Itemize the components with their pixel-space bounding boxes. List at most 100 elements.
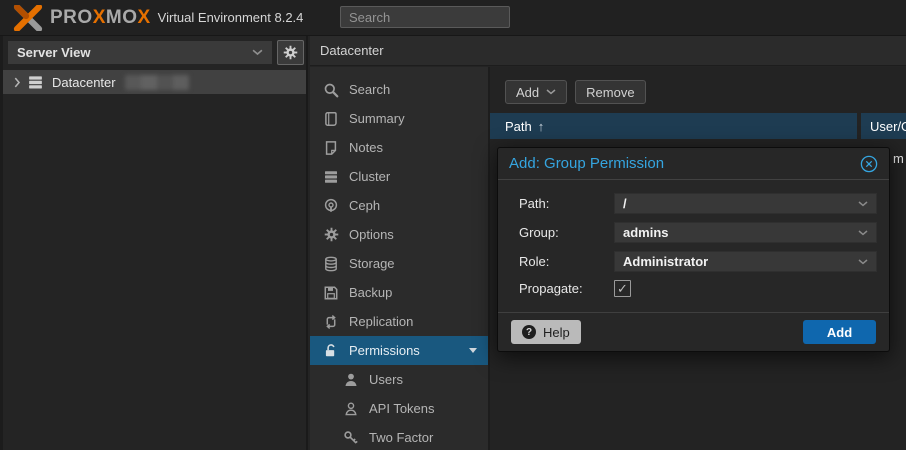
dialog-header[interactable]: Add: Group Permission (498, 148, 889, 180)
topbar: PROXMOX Virtual Environment 8.2.4 (0, 0, 906, 36)
notes-icon (323, 140, 339, 156)
menu-item-label: Summary (349, 111, 405, 126)
tree-node-datacenter[interactable]: Datacenter (3, 70, 306, 94)
view-selector-label: Server View (17, 45, 90, 60)
menu-item-options[interactable]: Options (310, 220, 488, 249)
menu-item-api-tokens[interactable]: API Tokens (310, 394, 488, 423)
menu-item-label: Notes (349, 140, 383, 155)
menu-item-storage[interactable]: Storage (310, 249, 488, 278)
add-group-permission-dialog: Add: Group Permission Path: / Group: admins… (497, 147, 890, 352)
propagate-checkbox[interactable]: ✓ (614, 280, 631, 297)
combo-value: Administrator (623, 254, 708, 269)
permissions-toolbar: Add Remove (490, 67, 906, 104)
menu-item-backup[interactable]: Backup (310, 278, 488, 307)
proxmox-app: PROXMOX Virtual Environment 8.2.4 Server… (0, 0, 906, 450)
gear-icon (323, 227, 339, 243)
menu-item-label: Options (349, 227, 394, 242)
cluster-icon (323, 169, 339, 185)
chevron-down-icon (546, 89, 556, 95)
dialog-field-row: Group: admins (519, 222, 877, 243)
summary-icon (323, 111, 339, 127)
dialog-add-button[interactable]: Add (803, 320, 876, 344)
table-header: Path ↑ User/G (490, 113, 906, 139)
chevron-right-icon[interactable] (14, 77, 21, 88)
proxmox-wordmark: PROXMOX (50, 7, 151, 29)
menu-item-notes[interactable]: Notes (310, 133, 488, 162)
storage-icon (323, 256, 339, 272)
menu-item-label: Permissions (349, 343, 420, 358)
dialog-body: Path: / Group: admins Role: Administrator Prop… (498, 180, 889, 297)
add-button-label: Add (516, 85, 539, 100)
replication-icon (323, 314, 339, 330)
tree-header: Server View (8, 40, 304, 65)
field-label: Path: (519, 196, 614, 211)
backup-icon (323, 285, 339, 301)
view-selector-dropdown[interactable]: Server View (8, 41, 272, 64)
menu-item-label: Search (349, 82, 390, 97)
clipped-row-text: m (893, 151, 904, 166)
dialog-title: Add: Group Permission (509, 155, 664, 172)
menu-item-label: Two Factor (369, 430, 433, 445)
role-combo[interactable]: Administrator (614, 251, 877, 272)
column-header-user-g[interactable]: User/G (861, 113, 906, 139)
panel-header: Datacenter (310, 36, 906, 66)
resource-tree-panel: Server View Datacenter (0, 36, 308, 450)
menu-item-users[interactable]: Users (310, 365, 488, 394)
menu-item-replication[interactable]: Replication (310, 307, 488, 336)
chevron-down-icon (858, 259, 868, 265)
dialog-field-row: Role: Administrator (519, 251, 877, 272)
question-icon: ? (522, 325, 536, 339)
panel-title: Datacenter (320, 43, 384, 58)
close-icon[interactable] (860, 155, 878, 173)
field-label: Group: (519, 225, 614, 240)
menu-item-search[interactable]: Search (310, 75, 488, 104)
tree-settings-button[interactable] (277, 40, 304, 65)
key-icon (343, 430, 359, 446)
menu-item-permissions[interactable]: Permissions (310, 336, 488, 365)
field-label: Role: (519, 254, 614, 269)
chevron-down-icon (858, 201, 868, 207)
tree-node-label: Datacenter (52, 75, 116, 90)
menu-item-label: Backup (349, 285, 392, 300)
menu-item-summary[interactable]: Summary (310, 104, 488, 133)
combo-value: / (623, 196, 627, 211)
help-button-label: Help (543, 325, 570, 340)
menu-item-ceph[interactable]: Ceph (310, 191, 488, 220)
menu-item-cluster[interactable]: Cluster (310, 162, 488, 191)
column-header-path[interactable]: Path ↑ (490, 113, 857, 139)
dialog-field-row: Propagate:✓ (519, 280, 877, 297)
menu-item-label: API Tokens (369, 401, 435, 416)
proxmox-logo-icon (12, 5, 44, 31)
dialog-field-row: Path: / (519, 193, 877, 214)
caret-down-icon (469, 348, 477, 353)
path-combo[interactable]: / (614, 193, 877, 214)
gear-icon (283, 45, 298, 60)
chevron-down-icon (252, 49, 263, 56)
column-label: Path (505, 119, 532, 134)
server-stack-icon (27, 74, 44, 91)
remove-button-label: Remove (586, 85, 634, 100)
column-label: User/G (870, 119, 906, 134)
help-button[interactable]: ? Help (511, 320, 581, 344)
global-search-input[interactable] (340, 6, 510, 28)
menu-item-label: Replication (349, 314, 413, 329)
field-label: Propagate: (519, 281, 614, 296)
remove-button[interactable]: Remove (575, 80, 645, 104)
datacenter-nav-menu: Search Summary Notes Cluster Ceph Options Stor… (310, 67, 490, 450)
sort-ascending-icon: ↑ (538, 119, 545, 134)
unlock-icon (323, 343, 339, 359)
checkmark-icon: ✓ (617, 282, 628, 295)
menu-item-label: Cluster (349, 169, 390, 184)
redacted-node-name (125, 75, 189, 90)
add-button[interactable]: Add (505, 80, 567, 104)
menu-item-two-factor[interactable]: Two Factor (310, 423, 488, 450)
dialog-footer: ? Help Add (498, 312, 889, 351)
group-combo[interactable]: admins (614, 222, 877, 243)
menu-item-label: Storage (349, 256, 395, 271)
chevron-down-icon (858, 230, 868, 236)
ceph-icon (323, 198, 339, 214)
menu-item-label: Users (369, 372, 403, 387)
combo-value: admins (623, 225, 669, 240)
user-outline-icon (343, 401, 359, 417)
user-icon (343, 372, 359, 388)
